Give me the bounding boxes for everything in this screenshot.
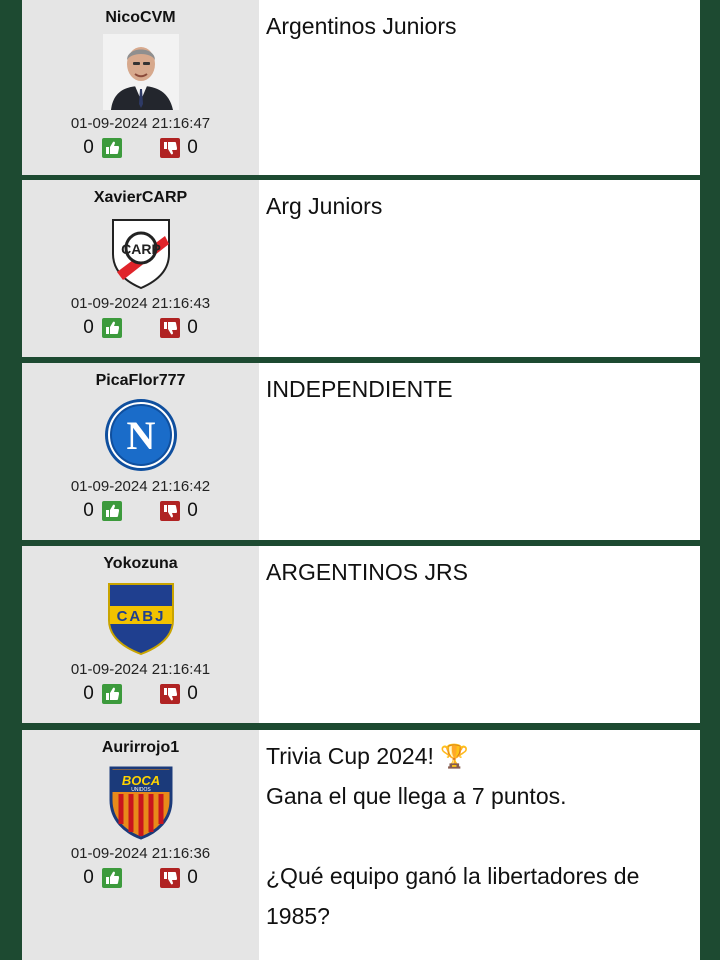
username[interactable]: XavierCARP bbox=[94, 189, 187, 207]
comment-body: Trivia Cup 2024! 🏆 Gana el que llega a 7… bbox=[259, 730, 700, 960]
avatar[interactable]: CABJ bbox=[103, 580, 179, 656]
comment-body: Arg Juniors bbox=[259, 180, 700, 357]
dislike-count: 0 bbox=[187, 317, 198, 338]
comment-body: ARGENTINOS JRS bbox=[259, 546, 700, 723]
post-timestamp: 01-09-2024 21:16:36 bbox=[70, 845, 211, 862]
username[interactable]: PicaFlor777 bbox=[96, 372, 186, 390]
dislike-count: 0 bbox=[187, 867, 198, 888]
vote-bar: 0 0 bbox=[82, 867, 200, 889]
vote-bar: 0 0 bbox=[82, 137, 200, 159]
avatar[interactable]: BOCA UNIDOS bbox=[103, 764, 179, 840]
comment-post: PicaFlor777 N 01-09-2024 21:16:42 0 0 IN… bbox=[22, 363, 700, 540]
comment-text: Arg Juniors bbox=[266, 193, 383, 219]
comment-post: XavierCARP CARP 01-09-2024 21:16:43 0 0 … bbox=[22, 180, 700, 357]
comment-author-panel: PicaFlor777 N 01-09-2024 21:16:42 0 0 bbox=[22, 363, 259, 540]
thumbs-down-icon[interactable] bbox=[159, 138, 180, 158]
comment-author-panel: Aurirrojo1 BOCA UNIDOS 01-09-2024 21:16:… bbox=[22, 730, 259, 960]
post-timestamp: 01-09-2024 21:16:43 bbox=[70, 295, 211, 312]
vote-bar: 0 0 bbox=[82, 317, 200, 339]
thumbs-up-icon[interactable] bbox=[101, 138, 122, 158]
thumbs-down-icon[interactable] bbox=[159, 868, 180, 888]
svg-text:CARP: CARP bbox=[121, 241, 161, 257]
comment-text: ARGENTINOS JRS bbox=[266, 559, 468, 585]
comment-feed: NicoCVM 01-09-2024 21:16:47 0 0 Argentin… bbox=[0, 0, 720, 960]
comment-text-line: Gana el que llega a 7 puntos. bbox=[266, 783, 567, 809]
username[interactable]: Yokozuna bbox=[103, 555, 177, 573]
comment-text: Argentinos Juniors bbox=[266, 13, 457, 39]
vote-bar: 0 0 bbox=[82, 500, 200, 522]
avatar[interactable]: N bbox=[103, 397, 179, 473]
comment-post: NicoCVM 01-09-2024 21:16:47 0 0 Argentin… bbox=[22, 0, 700, 175]
comment-text: INDEPENDIENTE bbox=[266, 376, 453, 402]
comment-body: INDEPENDIENTE bbox=[259, 363, 700, 540]
dislike-count: 0 bbox=[187, 683, 198, 704]
comment-text-line: Trivia Cup 2024! 🏆 bbox=[266, 743, 469, 769]
comment-post: Yokozuna CABJ 01-09-2024 21:16:41 0 0 AR… bbox=[22, 546, 700, 723]
post-timestamp: 01-09-2024 21:16:41 bbox=[70, 661, 211, 678]
avatar[interactable]: CARP bbox=[103, 214, 179, 290]
comment-author-panel: Yokozuna CABJ 01-09-2024 21:16:41 0 0 bbox=[22, 546, 259, 723]
comment-text-line bbox=[266, 816, 694, 856]
dislike-count: 0 bbox=[187, 137, 198, 158]
like-count: 0 bbox=[83, 683, 94, 704]
thumbs-up-icon[interactable] bbox=[101, 868, 122, 888]
comment-author-panel: XavierCARP CARP 01-09-2024 21:16:43 0 0 bbox=[22, 180, 259, 357]
svg-text:UNIDOS: UNIDOS bbox=[131, 787, 151, 793]
vote-bar: 0 0 bbox=[82, 683, 200, 705]
comment-post: Aurirrojo1 BOCA UNIDOS 01-09-2024 21:16:… bbox=[22, 730, 700, 960]
like-count: 0 bbox=[83, 500, 94, 521]
svg-text:CABJ: CABJ bbox=[116, 608, 165, 625]
comment-text-line: 1985? bbox=[266, 903, 330, 929]
thumbs-down-icon[interactable] bbox=[159, 684, 180, 704]
username[interactable]: Aurirrojo1 bbox=[102, 739, 179, 757]
username[interactable]: NicoCVM bbox=[105, 9, 175, 27]
like-count: 0 bbox=[83, 867, 94, 888]
thumbs-up-icon[interactable] bbox=[101, 501, 122, 521]
thumbs-up-icon[interactable] bbox=[101, 318, 122, 338]
dislike-count: 0 bbox=[187, 500, 198, 521]
svg-text:BOCA: BOCA bbox=[121, 773, 159, 788]
thumbs-up-icon[interactable] bbox=[101, 684, 122, 704]
post-timestamp: 01-09-2024 21:16:42 bbox=[70, 478, 211, 495]
svg-text:N: N bbox=[126, 413, 155, 458]
thumbs-down-icon[interactable] bbox=[159, 318, 180, 338]
like-count: 0 bbox=[83, 137, 94, 158]
thumbs-down-icon[interactable] bbox=[159, 501, 180, 521]
comment-author-panel: NicoCVM 01-09-2024 21:16:47 0 0 bbox=[22, 0, 259, 175]
post-timestamp: 01-09-2024 21:16:47 bbox=[70, 115, 211, 132]
avatar[interactable] bbox=[102, 34, 179, 110]
comment-body: Argentinos Juniors bbox=[259, 0, 700, 175]
like-count: 0 bbox=[83, 317, 94, 338]
comment-text-line: ¿Qué equipo ganó la libertadores de bbox=[266, 863, 640, 889]
